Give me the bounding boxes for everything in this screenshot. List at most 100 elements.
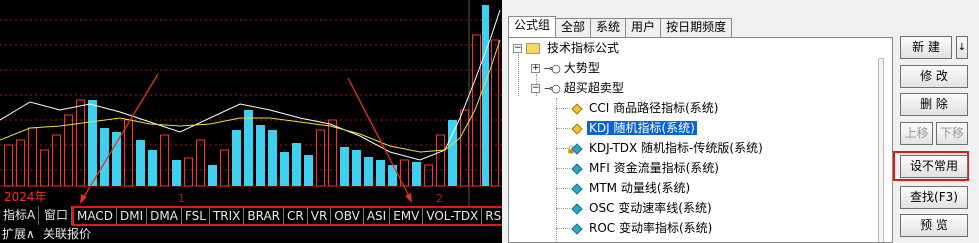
tab-formula-group[interactable]: 公式组 <box>508 16 557 37</box>
tree-item-label: KDJ-TDX 随机指标-传统版(系统) <box>589 141 763 155</box>
system-formula-icon <box>571 202 583 215</box>
indicator-tab-cr[interactable]: CR <box>284 208 308 224</box>
formula-manager-dialog: 公式组 全部 系统 用户 按日期频度 − 技术指标公式 + ⊸○ 大势型 − ⊸○ 超买超… <box>502 0 979 243</box>
collapse-icon[interactable]: − <box>513 44 522 53</box>
folder-icon <box>526 43 540 54</box>
tree-group-market-trend[interactable]: + ⊸○ 大势型 <box>531 58 602 78</box>
tab-system[interactable]: 系统 <box>590 18 627 37</box>
volume-bar <box>160 134 169 187</box>
volume-bar <box>28 127 37 187</box>
indicator-tab-emv[interactable]: EMV <box>390 208 424 224</box>
tree-root-label: 技术指标公式 <box>547 41 620 55</box>
tab-window[interactable]: 窗口 <box>41 206 73 225</box>
volume-bar <box>424 164 433 187</box>
volume-bar <box>208 165 217 186</box>
indicator-tab-strip: MACD DMI DMA FSL TRIX BRAR CR VR OBV ASI EMV VOL-TD… <box>72 206 502 226</box>
volume-bar <box>40 149 49 187</box>
volume-bar <box>256 125 265 186</box>
tree-group-label: 大势型 <box>563 61 600 75</box>
volume-bar <box>124 119 133 187</box>
volume-bar <box>112 132 121 186</box>
volume-bar <box>280 152 289 186</box>
volume-bar <box>328 119 337 187</box>
volume-bar <box>316 129 325 187</box>
formula-group-icon: ⊸○ <box>544 61 561 75</box>
system-formula-icon <box>571 222 583 235</box>
indicator-tab-asi[interactable]: ASI <box>364 208 391 224</box>
tree-item-cci[interactable]: CCI 商品路径指标(系统) <box>571 98 720 118</box>
user-formula-icon <box>571 122 583 135</box>
tree-item-label: KDJ 随机指标(系统) <box>586 120 698 136</box>
tree-item-label: ROC 变动率指标(系统) <box>589 221 713 235</box>
tree-group-label: 超买超卖型 <box>563 81 624 95</box>
system-formula-icon <box>571 162 583 175</box>
tree-item-osc[interactable]: OSC 变动速率线(系统) <box>571 198 714 218</box>
indicator-tab-trix[interactable]: TRIX <box>210 208 245 224</box>
volume-bar <box>16 139 25 187</box>
arrow-head-icon <box>405 193 412 203</box>
delete-button[interactable]: 删 除 <box>900 93 968 116</box>
new-button[interactable]: 新 建 <box>900 36 952 59</box>
indicator-tab-vr[interactable]: VR <box>308 208 332 224</box>
year-label: 2024年 <box>4 190 47 204</box>
tab-indicator-a[interactable]: 指标A <box>0 206 40 225</box>
tab-by-date-frequency[interactable]: 按日期频度 <box>660 18 733 37</box>
volume-bar <box>136 140 145 186</box>
tree-root[interactable]: − 技术指标公式 <box>513 38 621 58</box>
volume-bar <box>448 120 457 186</box>
volume-bar <box>482 5 489 186</box>
volume-bar <box>472 34 481 187</box>
move-up-button[interactable]: 上移 <box>900 122 933 145</box>
arrow-head-icon <box>80 194 87 204</box>
indicator-tab-brar[interactable]: BRAR <box>244 208 285 224</box>
tab-linked-quotes[interactable]: 关联报价 <box>43 226 91 243</box>
volume-bar <box>244 110 253 186</box>
find-button[interactable]: 查找(F3) <box>900 186 968 209</box>
volume-bar <box>220 149 229 187</box>
tree-item-kdj-tdx[interactable]: 🔒KDJ-TDX 随机指标-传统版(系统) <box>566 138 765 158</box>
volume-bar <box>364 157 373 186</box>
move-down-button[interactable]: 下移 <box>936 122 968 145</box>
tree-item-label: CCI 商品路径指标(系统) <box>589 101 719 115</box>
volume-chart-panel: 2024年 1 2 指标A 窗口 MACD DMI DMA FSL TRIX BRAR CR… <box>0 0 502 243</box>
indicator-tab-vol-tdx[interactable]: VOL-TDX <box>423 208 483 224</box>
set-uncommon-button[interactable]: 设不常用 <box>900 155 968 178</box>
indicator-tab-macd[interactable]: MACD <box>74 208 117 224</box>
tab-expand[interactable]: 扩展∧ <box>2 226 35 243</box>
volume-bar <box>4 144 13 187</box>
volume-bar <box>292 143 301 186</box>
indicator-tab-rs[interactable]: RS <box>482 208 502 224</box>
tree-item-mtm[interactable]: MTM 动量线(系统) <box>571 178 692 198</box>
volume-bar <box>304 155 313 186</box>
volume-bar <box>436 134 445 187</box>
indicator-tab-dmi[interactable]: DMI <box>117 208 148 224</box>
volume-bar <box>412 162 421 186</box>
tree-item-roc[interactable]: ROC 变动率指标(系统) <box>571 218 714 238</box>
expand-icon[interactable]: + <box>531 64 540 73</box>
tree-scrollbar[interactable] <box>878 58 884 242</box>
tree-item-label: MFI 资金流量指标(系统) <box>589 161 719 175</box>
indicator-tab-fsl[interactable]: FSL <box>182 208 210 224</box>
volume-bar <box>340 147 349 186</box>
volume-bar <box>148 150 157 186</box>
tree-item-mfi[interactable]: MFI 资金流量指标(系统) <box>571 158 721 178</box>
tree-item-kdj[interactable]: KDJ 随机指标(系统) <box>571 118 698 138</box>
scroll-down-button[interactable]: ↓ <box>956 36 968 59</box>
preview-button[interactable]: 预 览 <box>900 214 968 237</box>
period-marker-1: 1 <box>178 192 185 205</box>
tree-item-label: MTM 动量线(系统) <box>589 181 691 195</box>
volume-bar <box>232 130 241 186</box>
tab-user[interactable]: 用户 <box>625 18 662 37</box>
volume-bar <box>76 99 85 187</box>
volume-bar <box>184 157 193 187</box>
tab-all[interactable]: 全部 <box>555 18 592 37</box>
tree-group-overbought-oversold[interactable]: − ⊸○ 超买超卖型 <box>531 78 626 98</box>
formula-tree[interactable]: − 技术指标公式 + ⊸○ 大势型 − ⊸○ 超买超卖型 CCI 商品路径指标(系统) K… <box>508 37 893 243</box>
period-marker-2: 2 <box>436 192 443 205</box>
volume-bar <box>52 134 61 187</box>
volume-bar <box>196 139 205 187</box>
edit-button[interactable]: 修 改 <box>900 65 968 88</box>
indicator-tab-dma[interactable]: DMA <box>147 208 182 224</box>
collapse-icon[interactable]: − <box>531 84 540 93</box>
indicator-tab-obv[interactable]: OBV <box>331 208 364 224</box>
